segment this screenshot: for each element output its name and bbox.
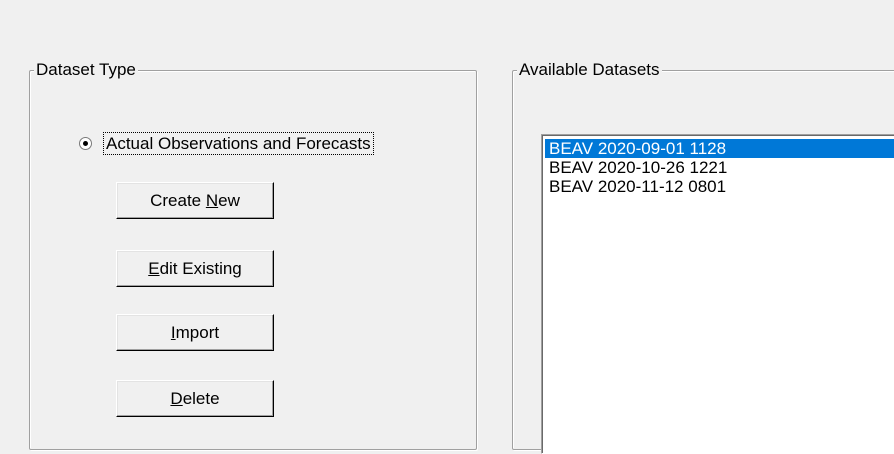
available-datasets-legend: Available Datasets [517, 60, 662, 80]
create-new-label-pre: Create [150, 190, 206, 210]
actual-observations-label[interactable]: Actual Observations and Forecasts [103, 131, 374, 155]
radio-button-selected-icon[interactable] [79, 136, 92, 150]
delete-label-post: elete [182, 388, 220, 408]
create-new-label-post: ew [218, 190, 240, 210]
delete-button[interactable]: Delete [116, 380, 274, 417]
dataset-list-item[interactable]: BEAV 2020-09-01 1128 [545, 139, 894, 158]
edit-existing-mnemonic: E [148, 258, 160, 278]
edit-existing-button[interactable]: Edit Existing [116, 250, 274, 287]
available-datasets-listbox[interactable]: BEAV 2020-09-01 1128 BEAV 2020-10-26 122… [541, 134, 894, 454]
actual-observations-radio-option[interactable]: Actual Observations and Forecasts [79, 130, 374, 156]
import-button[interactable]: Import [116, 314, 274, 351]
edit-existing-label-post: dit Existing [159, 258, 242, 278]
dataset-list-item[interactable]: BEAV 2020-11-12 0801 [545, 177, 894, 196]
create-new-mnemonic: N [205, 190, 219, 210]
delete-mnemonic: D [170, 388, 183, 408]
create-new-button[interactable]: Create New [116, 182, 274, 219]
dataset-list-item[interactable]: BEAV 2020-10-26 1221 [545, 158, 894, 177]
dataset-type-legend: Dataset Type [34, 60, 138, 80]
import-label-post: mport [175, 322, 220, 342]
